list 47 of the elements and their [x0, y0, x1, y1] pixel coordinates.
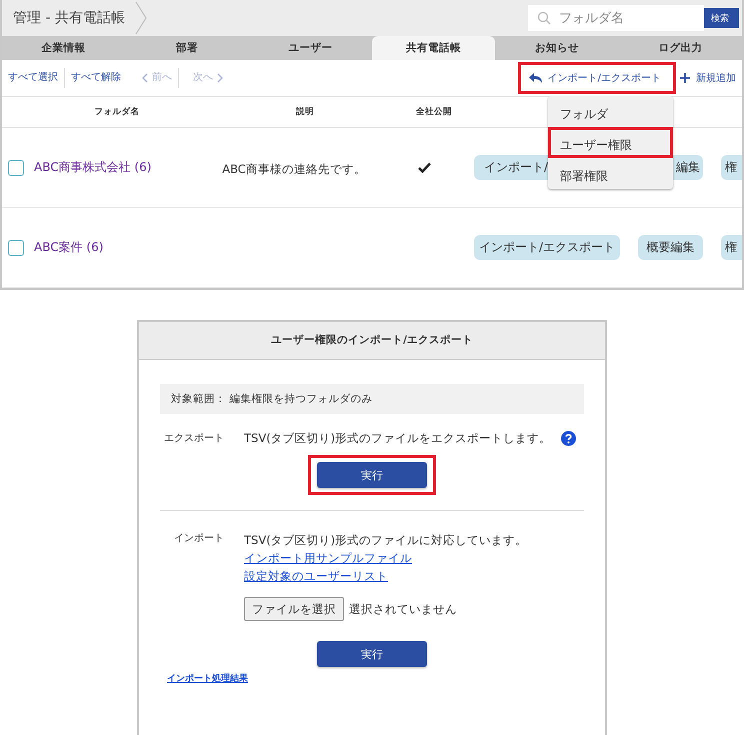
folder-link[interactable]: ABC案件 (6): [34, 239, 104, 256]
section-label: インポート: [173, 532, 225, 545]
download-link[interactable]: インポート用サンプルファイル: [244, 549, 412, 567]
chevron-right-icon: [217, 73, 224, 83]
menu-item[interactable]: フォルダ: [548, 96, 673, 127]
run-button[interactable]: 実行: [317, 462, 427, 488]
folder-link[interactable]: ABC商事株式会社 (6): [34, 159, 152, 176]
breadcrumb: 管理 - 共有電話帳: [12, 9, 125, 27]
tab[interactable]: ユーザー: [248, 36, 372, 60]
toolbar-link[interactable]: すべて解除: [71, 68, 127, 88]
download-link[interactable]: 設定対象のユーザーリスト: [244, 567, 388, 585]
action-button[interactable]: 概要編集: [638, 235, 703, 260]
column-header: 全社公開: [415, 106, 453, 118]
menu-item[interactable]: ユーザー権限: [548, 127, 673, 158]
section-label: エクスポート: [163, 432, 225, 445]
search-button[interactable]: 検索: [701, 8, 739, 28]
help-icon[interactable]: [561, 431, 576, 446]
chevron-icon: [134, 1, 147, 35]
add-link[interactable]: 新規追加: [680, 71, 736, 85]
checkbox[interactable]: [8, 240, 24, 256]
dialog-title: ユーザー権限のインポート/エクスポート: [139, 322, 605, 360]
tab[interactable]: 部署: [125, 36, 249, 60]
column-header: 説明: [294, 106, 315, 118]
file-status: 選択されていません: [349, 602, 457, 616]
toolbar-link[interactable]: すべて選択: [8, 68, 65, 88]
description-text: TSV(タブ区切り)形式のファイルに対応しています。: [244, 532, 528, 549]
tab[interactable]: 企業情報: [2, 36, 126, 60]
checkbox[interactable]: [8, 160, 24, 176]
plus-icon: [680, 73, 690, 83]
tab[interactable]: ログ出力: [618, 36, 742, 60]
search-field[interactable]: フォルダ名: [528, 5, 704, 31]
search-icon: [537, 11, 551, 25]
import-export-link[interactable]: インポート/エクスポート: [518, 62, 676, 94]
action-button[interactable]: 権: [721, 235, 742, 260]
result-link[interactable]: インポート処理結果: [167, 672, 248, 685]
run-button[interactable]: 実行: [317, 641, 427, 667]
action-button[interactable]: インポート/エクスポート: [474, 235, 620, 260]
file-choose-button[interactable]: ファイルを選択: [244, 597, 344, 621]
column-header: フォルダ名: [94, 106, 140, 118]
action-button[interactable]: 権: [721, 155, 742, 180]
scope-note: 対象範囲： 編集権限を持つフォルダのみ: [160, 384, 584, 414]
reply-arrow-icon: [528, 72, 543, 84]
tab[interactable]: お知らせ: [495, 36, 619, 60]
table-cell: ABC商事様の連絡先です。: [222, 162, 366, 176]
tab[interactable]: 共有電話帳: [372, 36, 496, 60]
description-text: TSV(タブ区切り)形式のファイルをエクスポートします。: [244, 431, 552, 446]
chevron-left-icon: [141, 73, 148, 83]
